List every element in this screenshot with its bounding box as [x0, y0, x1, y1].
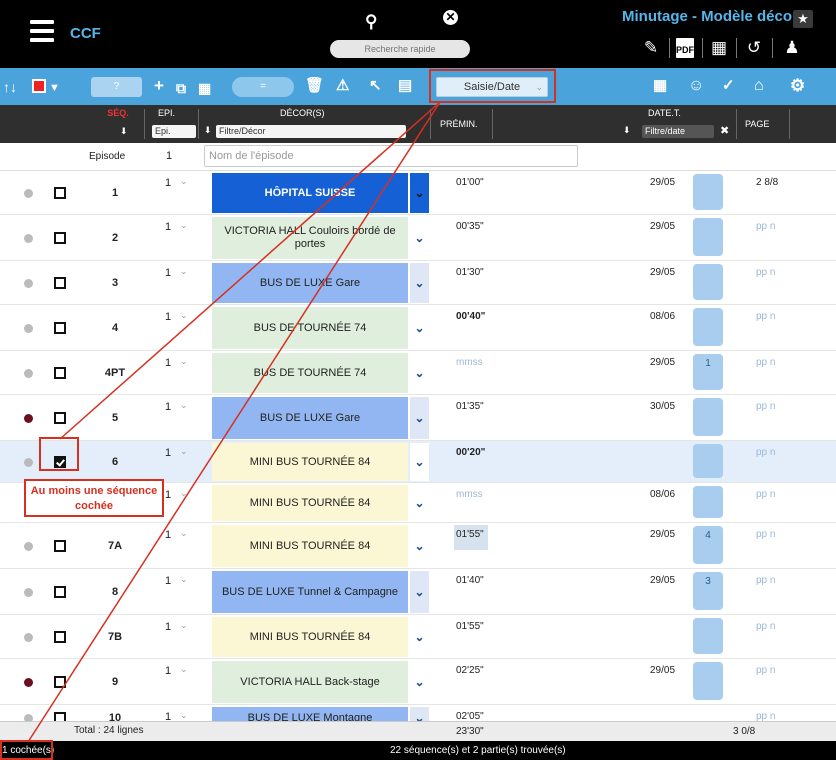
annotation-arrows: [27, 101, 441, 743]
arrow-to-checkbox: [59, 101, 441, 440]
app-window: CCF ⚲ ✕ Minutage - Modèle décor ★ ✎ PDF …: [0, 0, 836, 760]
arrow-to-status: [27, 101, 441, 743]
